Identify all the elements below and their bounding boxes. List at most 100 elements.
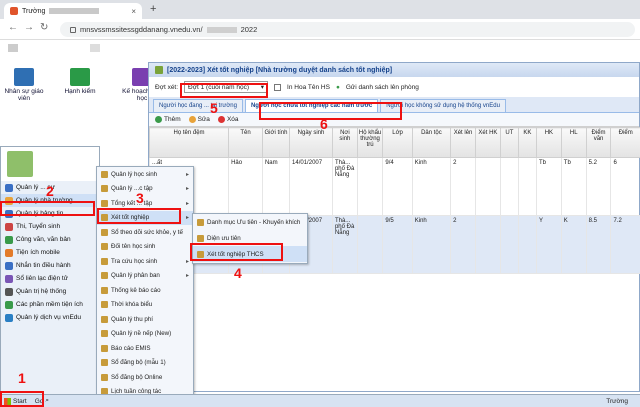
submenu-item[interactable]: Tra cứu học sinh ▸: [97, 254, 193, 269]
start-menu-item[interactable]: Thi, Tuyển sinh: [1, 220, 99, 233]
url-input[interactable]: mnsvssmssitessgddanang.vnedu.vn/ 2022: [60, 22, 635, 37]
submenu-item[interactable]: Sổ theo dõi sức khỏe, y tế: [97, 225, 193, 240]
add-label: Thêm: [164, 116, 181, 123]
submenu-item[interactable]: Quản lý thu phí: [97, 312, 193, 327]
submenu-item[interactable]: Quản lý phân ban ▸: [97, 269, 193, 284]
column-header[interactable]: Lớp: [382, 127, 413, 158]
exam-round-select[interactable]: Đợt 1 (cuối năm học) ▾: [184, 81, 269, 93]
start-menu-header: [1, 147, 99, 181]
start-menu-item[interactable]: Tiện ích mobile: [1, 246, 99, 259]
new-tab-button[interactable]: +: [150, 3, 156, 15]
start-button[interactable]: Start: [0, 395, 31, 407]
submenu-item[interactable]: Quản lý ...c tập ▸: [97, 182, 193, 197]
browser-tab[interactable]: Trường ×: [4, 3, 142, 19]
edit-button[interactable]: Sửa: [188, 116, 210, 123]
table-cell: [517, 157, 537, 216]
submenu-item[interactable]: Sổ đăng bộ (mẫu 1): [97, 356, 193, 371]
submenu-item-icon: [197, 234, 204, 242]
table-row[interactable]: ...ất Hảo Nam 14/01/2007 Thà... phố Đà Nẵng 9…: [148, 157, 640, 216]
tab-previous-years[interactable]: Người học chưa tốt nghiệp các năm trước: [244, 99, 379, 112]
start-menu-item[interactable]: Sổ liên lạc điện tử: [1, 272, 99, 285]
table-cell: [499, 157, 519, 216]
column-header[interactable]: Dân tộc: [411, 127, 452, 158]
annotation-1: 1: [18, 370, 26, 386]
submenu-item[interactable]: Thống kê báo cáo: [97, 283, 193, 298]
column-header[interactable]: Điểm văn: [585, 127, 612, 158]
column-header[interactable]: Họ tên đệm: [148, 127, 230, 158]
taskbar-school[interactable]: Trường: [606, 398, 640, 405]
menu-item-label: Công văn, văn bản: [16, 236, 71, 243]
desktop-icon[interactable]: Nhân sự giáo viên: [2, 68, 46, 102]
submenu-item-icon: [101, 243, 108, 251]
start-menu-item[interactable]: Quản lý dịch vụ vnEdu: [1, 311, 99, 324]
start-menu-item[interactable]: Nhắn tin điều hành: [1, 259, 99, 272]
menu-item-icon: [5, 222, 13, 231]
column-header[interactable]: Hộ khẩu thường trú: [356, 127, 384, 158]
submenu-item[interactable]: Quản lý nề nếp (New): [97, 327, 193, 342]
column-header[interactable]: Xét HK: [474, 127, 501, 158]
url-tail: 2022: [240, 25, 258, 34]
forward-icon[interactable]: →: [24, 22, 34, 33]
site-favicon-icon: [10, 7, 18, 15]
delete-button[interactable]: Xóa: [217, 116, 239, 123]
uppercase-name-checkbox[interactable]: [274, 83, 282, 91]
annotation-5: 5: [210, 100, 218, 116]
column-header[interactable]: Giới tính: [261, 127, 291, 158]
bookmarks-bar: [0, 40, 640, 56]
tab-close-icon[interactable]: ×: [131, 7, 136, 16]
submenu-item[interactable]: Xét tốt nghiệp ▸: [97, 210, 193, 225]
search-icon: ⌕: [45, 397, 50, 404]
bookmark-icon[interactable]: [90, 44, 100, 52]
column-header[interactable]: HL: [560, 127, 587, 158]
browser-tab-bar: Trường × +: [0, 0, 640, 19]
menu-item-label: Nhắn tin điều hành: [16, 262, 71, 269]
column-header[interactable]: Xét lên: [450, 127, 476, 158]
submenu-item[interactable]: Tổng kết ... tập ▸: [97, 196, 193, 211]
menu-item-label: Quản lý nhà trường: [16, 197, 73, 204]
submenu-item[interactable]: Thời khóa biểu: [97, 298, 193, 313]
column-header[interactable]: HK: [535, 127, 562, 158]
desktop-icon[interactable]: Hạnh kiểm: [58, 68, 102, 95]
table-cell: 9/5: [382, 215, 413, 274]
submenu-item[interactable]: Đối tên học sinh: [97, 240, 193, 255]
column-header[interactable]: KK: [517, 127, 537, 158]
start-menu-item[interactable]: Quản lý bảng tin: [1, 207, 99, 220]
add-button[interactable]: Thêm: [155, 116, 181, 123]
table-cell: 2: [450, 157, 476, 216]
submenu-item[interactable]: Danh mục Ưu tiên - Khuyến khích: [193, 214, 307, 230]
column-header[interactable]: Điểm: [610, 127, 640, 158]
menu-item-icon: [5, 235, 13, 244]
menu-item-icon: [5, 196, 13, 205]
start-menu-item[interactable]: Công văn, văn bản: [1, 233, 99, 246]
bookmark-icon[interactable]: [8, 44, 18, 52]
table-cell: Y: [535, 215, 562, 274]
submenu-item[interactable]: Quản lý học sinh ▸: [97, 167, 193, 182]
start-menu-item[interactable]: Các phần mềm tiện ích: [1, 298, 99, 311]
app-icon: [70, 68, 90, 86]
menu-item-icon: [5, 313, 13, 322]
go-button[interactable]: Go ⌕: [31, 395, 53, 407]
column-header[interactable]: Nơi sinh: [331, 127, 358, 158]
submenu-item[interactable]: Diện ưu tiên: [193, 230, 307, 246]
tab-current-students[interactable]: Người học đang ... tại trường: [153, 99, 243, 112]
column-header[interactable]: Tên: [228, 127, 263, 158]
menu-item-icon: [5, 287, 13, 296]
submenu-item-icon: [101, 301, 108, 309]
tab-non-vnedu[interactable]: Người học không sử dụng hệ thống vnEdu: [380, 99, 506, 112]
submenu-item-icon: [197, 218, 204, 226]
table-cell: 14/01/2007: [289, 157, 333, 216]
send-list-button[interactable]: Gửi danh sách lên phòng: [346, 84, 419, 91]
start-label: Start: [13, 397, 27, 405]
column-header[interactable]: UT: [499, 127, 519, 158]
menu-item-label: Quản trị hệ thống: [16, 288, 67, 295]
reload-icon[interactable]: ↻: [40, 22, 48, 33]
submenu-item[interactable]: Báo cáo EMIS: [97, 341, 193, 356]
column-header[interactable]: Ngày sinh: [289, 127, 333, 158]
submenu-item-label: Diện ưu tiên: [207, 234, 241, 242]
submenu-item[interactable]: Sổ đăng bộ Online: [97, 370, 193, 385]
submenu-item[interactable]: Xét tốt nghiệp THCS: [193, 246, 307, 262]
back-icon[interactable]: ←: [8, 22, 18, 33]
tab-strip: Người học đang ... tại trường Người học …: [149, 97, 639, 113]
start-menu-item[interactable]: Quản trị hệ thống: [1, 285, 99, 298]
table-cell: [474, 157, 501, 216]
